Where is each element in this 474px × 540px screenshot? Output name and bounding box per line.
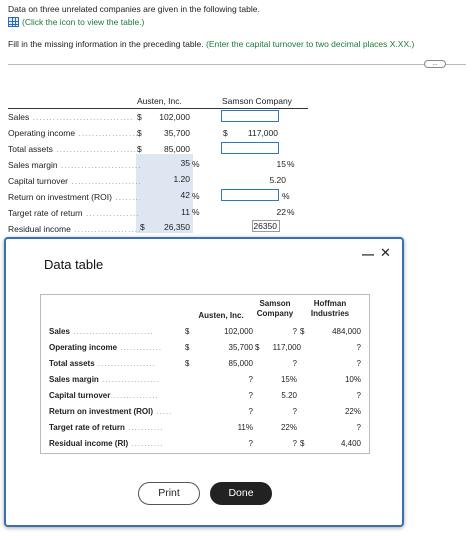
dt-assets-symbol: $ [185,359,190,368]
dt-samson-assets: ? [292,359,297,368]
dt-samson-op-income-symbol: $ [255,343,260,352]
modal-title: Data table [44,257,104,272]
dt-samson-ri-symbol: $ [300,439,305,448]
dt-samson-sales-symbol: $ [300,327,305,336]
row-label-capital-turnover: Capital turnover .......................… [8,176,140,186]
instructions: Fill in the missing information in the p… [8,39,414,49]
dt-austen-sales-margin: ? [248,375,253,384]
austen-assets: 85,000 [164,144,190,154]
data-table-modal: Data table — ✕ Austen, Inc. Samson Compa… [4,237,404,527]
dt-hoffman-roi: 22% [344,407,361,416]
dt-samson-residual-income: ? [292,439,297,448]
samson-residual-income-field[interactable]: 26350 [252,220,280,232]
intro-text: Data on three unrelated companies are gi… [8,4,260,14]
header-austen: Austen, Inc. [137,96,182,106]
samson-assets-input[interactable] [221,142,279,154]
dt-header-samson: Samson Company [256,299,294,318]
view-table-link[interactable]: (Click the icon to view the table.) [8,17,144,27]
dt-header-austen: Austen, Inc. [198,311,244,320]
samson-op-income: 117,000 [247,128,278,138]
more-button[interactable]: ... [424,60,446,68]
austen-op-income-symbol: $ [137,128,142,138]
dt-row-label-target-rate: Target rate of return ........... [49,423,164,432]
dt-austen-capital-turnover: ? [248,391,253,400]
samson-target-rate: 22 [276,207,286,217]
austen-assets-symbol: $ [137,144,142,154]
row-label-target-rate: Target rate of return ..................… [8,208,140,218]
row-label-residual-income: Residual income ........................… [8,224,140,234]
row-label-sales: Sales .............................. [8,112,134,122]
dt-austen-roi: ? [248,407,253,416]
austen-residual-income: 26,350 [164,222,190,232]
austen-capital-turnover: 1.20 [173,174,190,184]
austen-sales-symbol: $ [137,112,142,122]
austen-sales: 102,000 [159,112,190,122]
dt-samson-sales-margin: 15% [280,375,297,384]
dt-austen-assets: 85,000 [228,359,253,368]
table-icon[interactable] [8,17,19,27]
dt-hoffman-assets: ? [356,359,361,368]
dt-austen-op-income: 35,700 [228,343,253,352]
header-rule [8,108,308,109]
print-button[interactable]: Print [138,482,200,505]
dt-hoffman-op-income: ? [356,343,361,352]
dt-samson-sales: ? [292,327,297,336]
dt-row-label-roi: Return on investment (ROI) ..... [49,407,173,416]
dt-austen-target-rate: 11% [237,423,253,432]
austen-sales-margin-pct: % [192,159,200,169]
done-button[interactable]: Done [210,482,272,505]
view-table-link-text[interactable]: (Click the icon to view the table.) [22,17,144,27]
data-table-frame: Austen, Inc. Samson Company Hoffman Indu… [40,294,370,454]
row-label-operating-income: Operating income .......................… [8,128,140,138]
samson-op-income-symbol: $ [223,128,228,138]
dt-row-label-total-assets: Total assets .................. [49,359,156,368]
samson-capital-turnover: 5.20 [269,175,286,185]
samson-roi-input[interactable] [221,189,279,201]
dt-samson-op-income: 117,000 [272,343,301,352]
dt-austen-residual-income: ? [248,439,253,448]
dt-row-label-residual-income: Residual income (RI) .......... [49,439,164,448]
dt-hoffman-residual-income: 4,400 [340,439,361,448]
dt-samson-capital-turnover: 5.20 [281,391,297,400]
close-icon[interactable]: ✕ [380,245,391,261]
austen-target-rate: 11 [181,207,190,217]
instructions-hint: (Enter the capital turnover to two decim… [205,39,415,49]
dt-row-label-sales: Sales ......................... [49,327,154,336]
dt-row-label-capital-turnover: Capital turnover .............. [49,391,159,400]
austen-sales-margin: 35 [180,158,190,168]
austen-roi-pct: % [192,191,200,201]
instructions-main: Fill in the missing information in the p… [8,39,204,49]
dt-hoffman-sales: 484,000 [332,327,361,336]
row-label-total-assets: Total assets ...........................… [8,144,140,154]
samson-sales-margin-pct: % [287,159,295,169]
dt-hoffman-target-rate: ? [356,423,361,432]
row-label-roi: Return on investment (ROI) .............… [8,192,140,202]
dt-row-label-operating-income: Operating income ............. [49,343,163,352]
austen-target-rate-pct: % [192,207,200,217]
austen-roi: 42 [180,190,190,200]
austen-op-income: 35,700 [164,128,190,138]
dt-samson-target-rate: 22% [280,423,297,432]
dt-hoffman-capital-turnover: ? [356,391,361,400]
samson-sales-margin: 15 [276,159,286,169]
dt-samson-roi: ? [292,407,297,416]
minimize-button[interactable]: — [362,247,374,261]
row-label-sales-margin: Sales margin ...........................… [8,160,140,170]
dt-sales-symbol: $ [185,327,190,336]
divider [8,64,466,65]
dt-op-income-symbol: $ [185,343,190,352]
samson-target-rate-pct: % [287,207,295,217]
austen-ri-symbol: $ [140,222,145,232]
dt-header-hoffman: Hoffman Industries [310,299,350,318]
header-samson: Samson Company [222,96,292,106]
dt-austen-sales: 102,000 [224,327,253,336]
samson-sales-input[interactable] [221,110,279,122]
dt-row-label-sales-margin: Sales margin .................. [49,375,161,384]
dt-hoffman-sales-margin: 10% [344,375,361,384]
samson-roi-pct: % [282,191,290,201]
